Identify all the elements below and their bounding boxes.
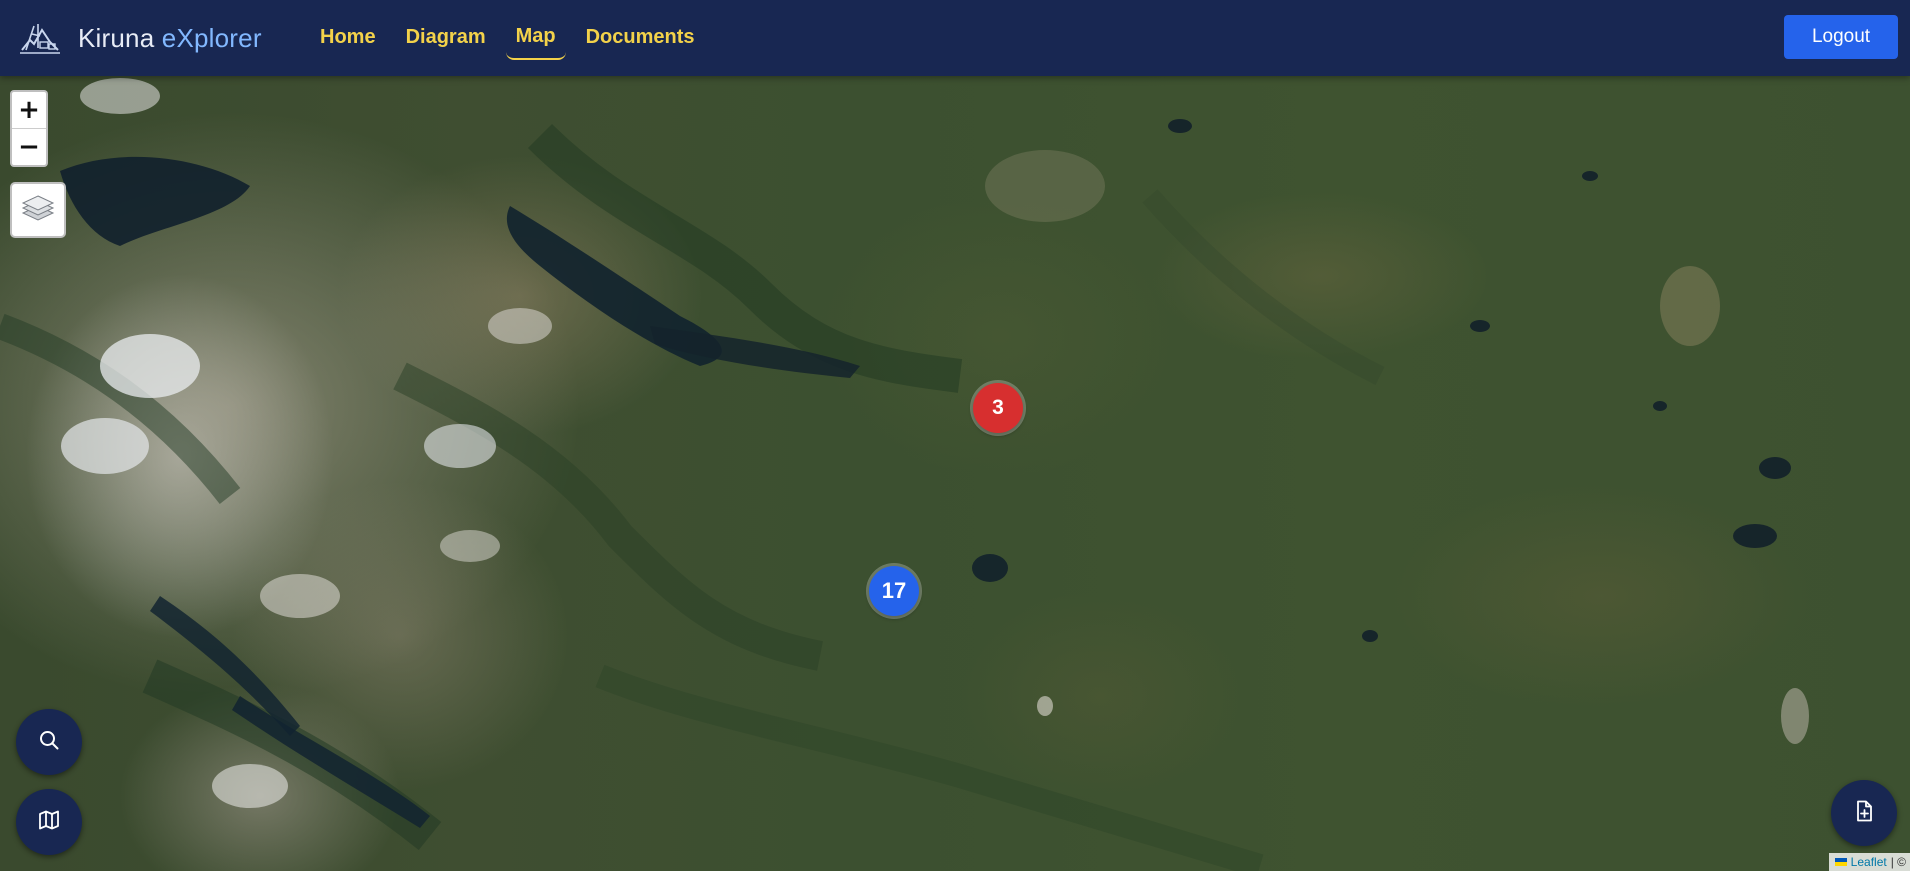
satellite-imagery <box>0 78 1809 871</box>
main-nav: Home Diagram Map Documents <box>310 0 705 76</box>
ukraine-flag-icon <box>1834 858 1847 866</box>
zoom-in-button[interactable]: + <box>12 92 46 128</box>
add-document-button[interactable] <box>1831 780 1897 846</box>
map-view[interactable]: + − 3 17 Leaflet | © <box>0 76 1910 871</box>
nav-map[interactable]: Map <box>505 17 566 60</box>
document-cluster-blue[interactable]: 17 <box>869 566 919 616</box>
brand[interactable]: Kiruna eXplorer <box>20 0 262 76</box>
add-document-icon <box>1852 799 1876 828</box>
attribution-separator: | © <box>1890 855 1906 869</box>
nav-diagram[interactable]: Diagram <box>396 18 496 59</box>
kiruna-logo-icon <box>20 20 60 56</box>
nav-documents[interactable]: Documents <box>576 18 705 59</box>
top-navbar: Kiruna eXplorer Home Diagram Map Documen… <box>0 0 1910 76</box>
zoom-control: + − <box>10 90 48 167</box>
layers-icon <box>21 192 55 229</box>
layers-control[interactable] <box>10 182 66 238</box>
logout-button[interactable]: Logout <box>1784 15 1898 59</box>
search-button[interactable] <box>16 709 82 775</box>
brand-name: Kiruna <box>78 22 155 53</box>
leaflet-link[interactable]: Leaflet <box>1851 855 1887 869</box>
map-mode-button[interactable] <box>16 789 82 855</box>
map-icon <box>37 808 61 837</box>
brand-title: Kiruna eXplorer <box>78 23 262 54</box>
brand-accent: eXplorer <box>161 22 262 53</box>
nav-home[interactable]: Home <box>310 18 386 59</box>
zoom-out-button[interactable]: − <box>12 128 46 165</box>
document-cluster-red[interactable]: 3 <box>973 383 1023 433</box>
map-attribution: Leaflet | © <box>1828 853 1910 871</box>
search-icon <box>37 728 61 757</box>
